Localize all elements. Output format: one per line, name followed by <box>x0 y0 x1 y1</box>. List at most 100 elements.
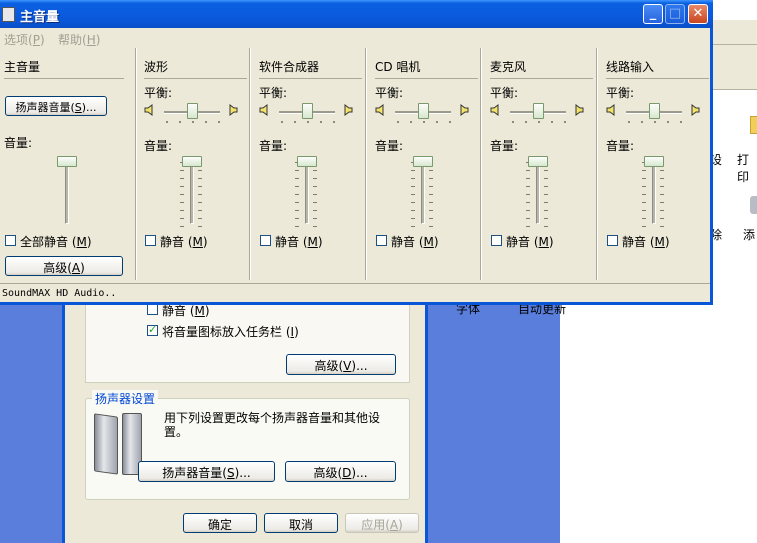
volume-label: 音量: <box>144 139 173 153</box>
volume-tick <box>198 210 202 211</box>
volume-tick <box>429 194 433 195</box>
volume-tick <box>544 178 548 179</box>
speaker-right-small-icon <box>574 104 584 116</box>
mute-checkbox[interactable] <box>376 235 387 246</box>
volume-track[interactable] <box>305 162 309 224</box>
volume-tick <box>411 226 415 227</box>
volume-label: 音量: <box>375 139 404 153</box>
volume-tick <box>544 194 548 195</box>
mute-checkbox[interactable] <box>260 235 271 246</box>
balance-label: 平衡: <box>144 86 173 100</box>
volume-track[interactable] <box>536 162 540 224</box>
mute-checkbox[interactable] <box>491 235 502 246</box>
volume-slider[interactable] <box>528 156 548 167</box>
balance-tick <box>179 121 181 123</box>
volume-track[interactable] <box>190 162 194 224</box>
balance-slider[interactable] <box>187 103 198 119</box>
balance-tick <box>551 121 553 123</box>
speaker-settings-title: 扬声器设置 <box>92 390 159 407</box>
cp-item-label[interactable]: 打印 <box>737 151 757 185</box>
volume-tick <box>526 170 530 171</box>
status-text: SoundMAX HD Audio.. <box>2 288 117 299</box>
mute-checkbox[interactable] <box>147 304 158 315</box>
volume-tick <box>411 178 415 179</box>
speaker-volume-button[interactable]: 扬声器音量(S)... <box>138 461 275 482</box>
volume-tick <box>526 186 530 187</box>
balance-tick <box>192 121 194 123</box>
speaker-right-small-icon <box>343 104 353 116</box>
channel-title: 线路输入 <box>606 60 655 74</box>
balance-slider[interactable] <box>649 103 660 119</box>
balance-tick <box>166 121 168 123</box>
volume-tick <box>198 178 202 179</box>
taskbar-icon-checkbox[interactable] <box>147 323 158 336</box>
master-volume-window: 主音量 _ □ ✕ 选项(P) 帮助(H) 主音量 扬声器音量(S)... 音量… <box>0 0 713 305</box>
mute-label: 静音 (M) <box>506 235 554 249</box>
channel-title: 软件合成器 <box>259 60 320 74</box>
volume-slider[interactable] <box>413 156 433 167</box>
sound-properties-dialog: 静音 (M) 将音量图标放入任务栏 (I) 高级(V)... 扬声器设置 用下列… <box>62 296 428 543</box>
volume-tick <box>295 218 299 219</box>
column-divider <box>249 48 251 280</box>
volume-slider[interactable] <box>182 156 202 167</box>
balance-tick <box>667 121 669 123</box>
balance-tick <box>564 121 566 123</box>
volume-label: 音量: <box>259 139 288 153</box>
balance-label: 平衡: <box>606 86 635 100</box>
channel-title: CD 唱机 <box>375 60 421 74</box>
volume-tick <box>526 194 530 195</box>
volume-tick <box>429 178 433 179</box>
mute-checkbox[interactable] <box>607 235 618 246</box>
channel-strips: 波形 平衡: 音量: 静音 (M) 软件合成器 平衡: 音量: 静音 (M) CD 唱机 平衡: 音… <box>0 0 710 283</box>
volume-tick <box>429 226 433 227</box>
volume-tick <box>295 178 299 179</box>
balance-tick <box>525 121 527 123</box>
volume-tick <box>411 210 415 211</box>
volume-tick <box>198 170 202 171</box>
speaker-right-small-icon <box>690 104 700 116</box>
balance-slider[interactable] <box>533 103 544 119</box>
ok-button[interactable]: 确定 <box>183 513 257 533</box>
balance-tick <box>436 121 438 123</box>
volume-tick <box>198 202 202 203</box>
volume-slider[interactable] <box>644 156 664 167</box>
channel-title-divider <box>490 78 593 79</box>
volume-tick <box>642 170 646 171</box>
balance-tick <box>397 121 399 123</box>
advanced-volume-button[interactable]: 高级(V)... <box>286 354 396 375</box>
balance-slider[interactable] <box>302 103 313 119</box>
disk-icon[interactable] <box>750 196 757 214</box>
volume-tick <box>660 218 664 219</box>
balance-tick <box>307 121 309 123</box>
volume-tick <box>642 194 646 195</box>
volume-tick <box>313 178 317 179</box>
volume-tick <box>180 210 184 211</box>
volume-tick <box>544 202 548 203</box>
balance-tick <box>512 121 514 123</box>
speaker-right-small-icon <box>459 104 469 116</box>
volume-label: 音量: <box>606 139 635 153</box>
volume-track[interactable] <box>421 162 425 224</box>
mute-checkbox[interactable] <box>145 235 156 246</box>
volume-tick <box>642 210 646 211</box>
speaker-left-small-icon <box>144 104 154 116</box>
volume-tick <box>198 186 202 187</box>
speaker-left-small-icon <box>490 104 500 116</box>
status-bar: SoundMAX HD Audio.. <box>0 283 710 303</box>
volume-track[interactable] <box>652 162 656 224</box>
balance-label: 平衡: <box>375 86 404 100</box>
volume-label: 音量: <box>490 139 519 153</box>
cp-item-label[interactable]: 添 <box>743 226 755 243</box>
balance-slider[interactable] <box>418 103 429 119</box>
column-divider <box>480 48 482 280</box>
volume-tick <box>198 218 202 219</box>
volume-tick <box>295 194 299 195</box>
cancel-button[interactable]: 取消 <box>264 513 338 533</box>
volume-slider[interactable] <box>297 156 317 167</box>
channel-title-divider <box>144 78 247 79</box>
speaker-advanced-button[interactable]: 高级(D)... <box>285 461 396 482</box>
volume-tick <box>295 170 299 171</box>
apply-button[interactable]: 应用(A) <box>345 513 419 533</box>
folder-icon[interactable] <box>750 116 757 134</box>
volume-tick <box>180 170 184 171</box>
